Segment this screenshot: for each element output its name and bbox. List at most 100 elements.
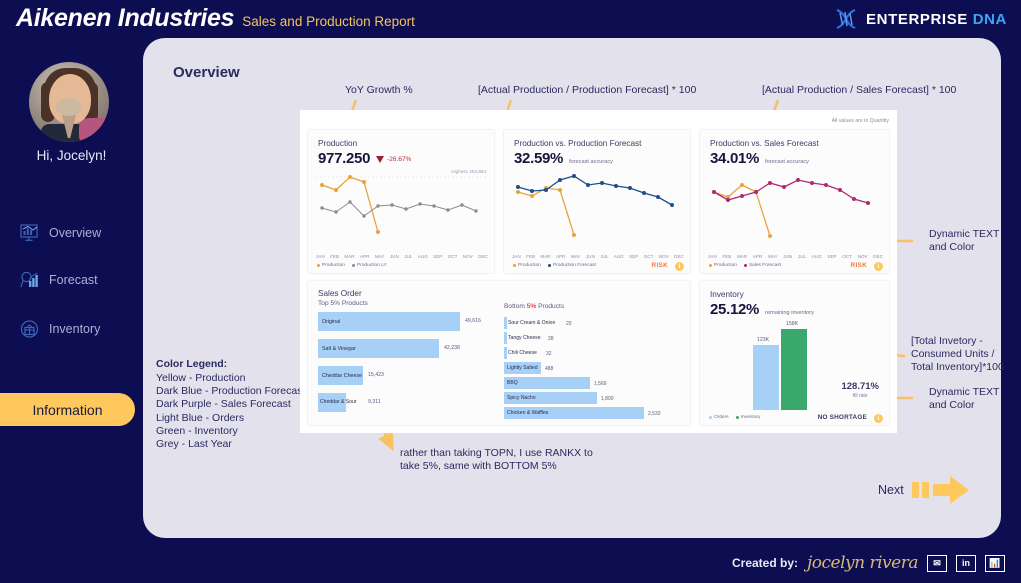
bottom-subtitle-pct: 5%	[526, 303, 537, 310]
sidebar-item-overview[interactable]: Overview	[20, 218, 138, 248]
dna-helix-icon	[836, 8, 856, 30]
bottom-product-bar	[504, 317, 507, 329]
bottom-product-bar: Chicken & Waffles	[504, 407, 644, 419]
created-by-row: Created by: jocelyn rivera ✉ in 📊	[732, 553, 1005, 573]
legend-dot	[513, 264, 516, 267]
bottom-subtitle-pre: Bottom	[504, 303, 527, 310]
month-tick: JUL	[600, 254, 609, 259]
bottom-product-row[interactable]: Tangy Cheese 28	[504, 332, 684, 344]
legend-entry: Production Forecast	[547, 263, 596, 268]
month-axis: JAN FEB MAR APR MAY JUN JUL AUG SEP OCT …	[708, 254, 883, 259]
bar-chart-icon[interactable]: 📊	[985, 554, 1005, 572]
avatar	[29, 62, 109, 142]
top-product-row[interactable]: Original 49,616	[318, 312, 493, 331]
sidebar-item-information[interactable]: Information	[0, 393, 135, 426]
annotation-yoy-growth: YoY Growth %	[345, 84, 413, 96]
info-icon[interactable]: i	[874, 414, 883, 423]
legend-dot	[709, 264, 712, 267]
top-product-label: Cheddar Cheese	[322, 372, 363, 379]
month-tick: SEP	[827, 254, 837, 259]
bottom-product-value: 1,800	[601, 395, 614, 402]
legend-dot	[709, 416, 712, 419]
production-card[interactable]: Production 977.250 -26.67% Highest: 254,…	[308, 130, 494, 273]
dashboard-canvas: All values are in Quantity Production 97…	[300, 110, 897, 433]
next-button[interactable]: Next	[878, 475, 972, 505]
bottom-product-value: 1,569	[594, 380, 607, 387]
top-product-value: 15,423	[368, 372, 384, 378]
top-product-row[interactable]: Cheddar Cheese 15,423	[318, 366, 493, 385]
bottom-product-row[interactable]: BBQ 1,569	[504, 377, 684, 389]
chart-legend: Production Sales Forecast	[709, 263, 781, 268]
info-icon[interactable]: i	[675, 262, 684, 271]
envelope-icon[interactable]: ✉	[927, 554, 947, 572]
month-tick: JUN	[585, 254, 595, 259]
quantity-note: All values are in Quantity	[831, 118, 889, 124]
month-tick: DEC	[674, 254, 684, 259]
legend-dot	[317, 264, 320, 267]
greeting-text: Hi, Jocelyn!	[36, 148, 107, 163]
legend-entry: Production	[317, 263, 345, 268]
production-vs-sales-forecast-card[interactable]: Production vs. Sales Forecast 34.01% for…	[700, 130, 889, 273]
legend-entry: Production	[709, 263, 737, 268]
chart-legend: Orders Inventory	[709, 415, 760, 420]
legend-entry: Sales Forecast	[743, 263, 781, 268]
month-tick: OCT	[447, 254, 458, 259]
bottom-product-value: 28	[548, 335, 554, 342]
bottom-product-row[interactable]: Spicy Nacho 1,800	[504, 392, 684, 404]
legend-label: Production	[322, 263, 345, 268]
monitor-chart-icon	[20, 224, 38, 241]
bottom-product-bar	[504, 347, 507, 359]
month-tick: MAR	[344, 254, 355, 259]
bottom-product-row[interactable]: Lightly Salted 488	[504, 362, 684, 374]
inventory-card[interactable]: Inventory 25.12% remaining inventory 123…	[700, 281, 889, 425]
next-button-label: Next	[878, 483, 904, 497]
production-vs-forecast-card[interactable]: Production vs. Production Forecast 32.59…	[504, 130, 690, 273]
legend-label: Production	[518, 263, 541, 268]
annotation-dynamic-text-2: Dynamic TEXT and Color	[929, 386, 1000, 411]
bottom-product-label: Tangy Cheese	[508, 335, 541, 341]
sidebar-item-inventory[interactable]: Inventory	[20, 314, 138, 344]
legend-entry: Production LY	[351, 263, 387, 268]
bottom-products-subtitle: Bottom 5% Products	[504, 303, 564, 310]
month-tick: NOV	[462, 254, 473, 259]
created-by-label: Created by:	[731, 556, 799, 570]
color-legend-item: Grey - Last Year	[156, 438, 232, 451]
sidebar-item-forecast[interactable]: Forecast	[20, 265, 138, 295]
month-tick: JUL	[404, 254, 413, 259]
top-product-label: Cheddar & Sour	[320, 399, 357, 405]
month-tick: MAR	[736, 254, 748, 259]
top-product-label: Salt & Vinegar	[322, 345, 356, 352]
month-tick: FEB	[330, 254, 340, 259]
legend-label: Production Forecast	[552, 263, 596, 268]
sales-order-card[interactable]: Sales Order Top 5% Products Bottom 5% Pr…	[308, 281, 690, 425]
top-product-row[interactable]: Salt & Vinegar 42,238	[318, 339, 493, 358]
month-tick: APR	[360, 254, 370, 259]
month-tick: OCT	[842, 254, 852, 259]
fill-rate-value: 128.71%	[841, 381, 879, 392]
month-tick: FEB	[526, 254, 536, 259]
bottom-product-row[interactable]: Chili Cheese 32	[504, 347, 684, 359]
color-legend-title: Color Legend:	[156, 358, 228, 370]
info-icon[interactable]: i	[874, 262, 883, 271]
brand: Aikenen Industries Sales and Production …	[16, 4, 415, 33]
linkedin-icon[interactable]: in	[956, 554, 976, 572]
production-forecast-line-chart	[516, 174, 674, 237]
month-axis: JAN FEB MAR APR MAY JUN JUL AUG SEP OCT …	[512, 254, 684, 259]
month-tick: AUG	[417, 254, 428, 259]
top-product-bar: Original	[318, 312, 460, 331]
bottom-product-row[interactable]: Sour Cream & Onion 20	[504, 317, 684, 329]
author-signature: jocelyn rivera	[807, 553, 918, 573]
top-product-row[interactable]: Cheddar & Sour 9,311	[318, 393, 493, 412]
month-tick: JAN	[708, 254, 717, 259]
brand-subtitle: Sales and Production Report	[242, 14, 415, 29]
month-tick: MAY	[570, 254, 581, 259]
bottom-product-bar: Spicy Nacho	[504, 392, 597, 404]
legend-dot	[351, 264, 355, 267]
bottom-product-label: Sour Cream & Onion	[508, 320, 556, 326]
color-legend-item: Dark Blue - Production Forecast	[156, 385, 306, 398]
logo-text: ENTERPRISE DNA	[866, 11, 1007, 28]
brand-name: Aikenen Industries	[16, 4, 235, 32]
sidebar-item-label: Forecast	[49, 273, 98, 287]
bottom-product-row[interactable]: Chicken & Waffles 2,533	[504, 407, 684, 419]
month-tick: MAY	[374, 254, 385, 259]
